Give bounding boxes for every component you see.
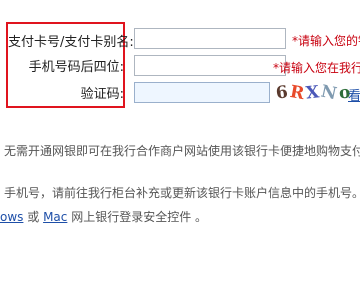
security-control-text: 网上银行登录安全控件 。: [67, 210, 208, 224]
phone-last4-hint: *请输入您在我行: [273, 61, 360, 75]
captcha-input[interactable]: [134, 82, 270, 103]
phone-last4-input[interactable]: [134, 55, 286, 76]
captcha-char: R: [288, 81, 306, 104]
or-text: 或: [23, 210, 44, 224]
card-number-label: 支付卡号/支付卡别名:: [8, 35, 134, 50]
captcha-label: 验证码:: [80, 87, 124, 102]
windows-control-link[interactable]: ows: [0, 210, 23, 224]
card-number-hint: *请输入您的银: [292, 34, 360, 48]
info-text-no-online-banking: 无需开通网银即可在我行合作商户网站使用该银行卡便捷地购物支付: [4, 144, 360, 158]
info-text-security-control: ows 或 Mac 网上银行登录安全控件 。: [0, 208, 207, 225]
card-number-input[interactable]: [134, 28, 286, 49]
info-text-update-phone: 手机号，请前往我行柜台补充或更新该银行卡账户信息中的手机号。: [4, 186, 360, 200]
captcha-char: N: [319, 81, 339, 104]
captcha-char: 6: [274, 81, 290, 104]
mac-control-link[interactable]: Mac: [43, 210, 67, 224]
captcha-image[interactable]: 6 R X N o: [274, 81, 351, 104]
phone-last4-label: 手机号码后四位:: [28, 60, 124, 75]
captcha-refresh-link[interactable]: 看: [348, 85, 360, 104]
captcha-char: X: [304, 81, 321, 104]
